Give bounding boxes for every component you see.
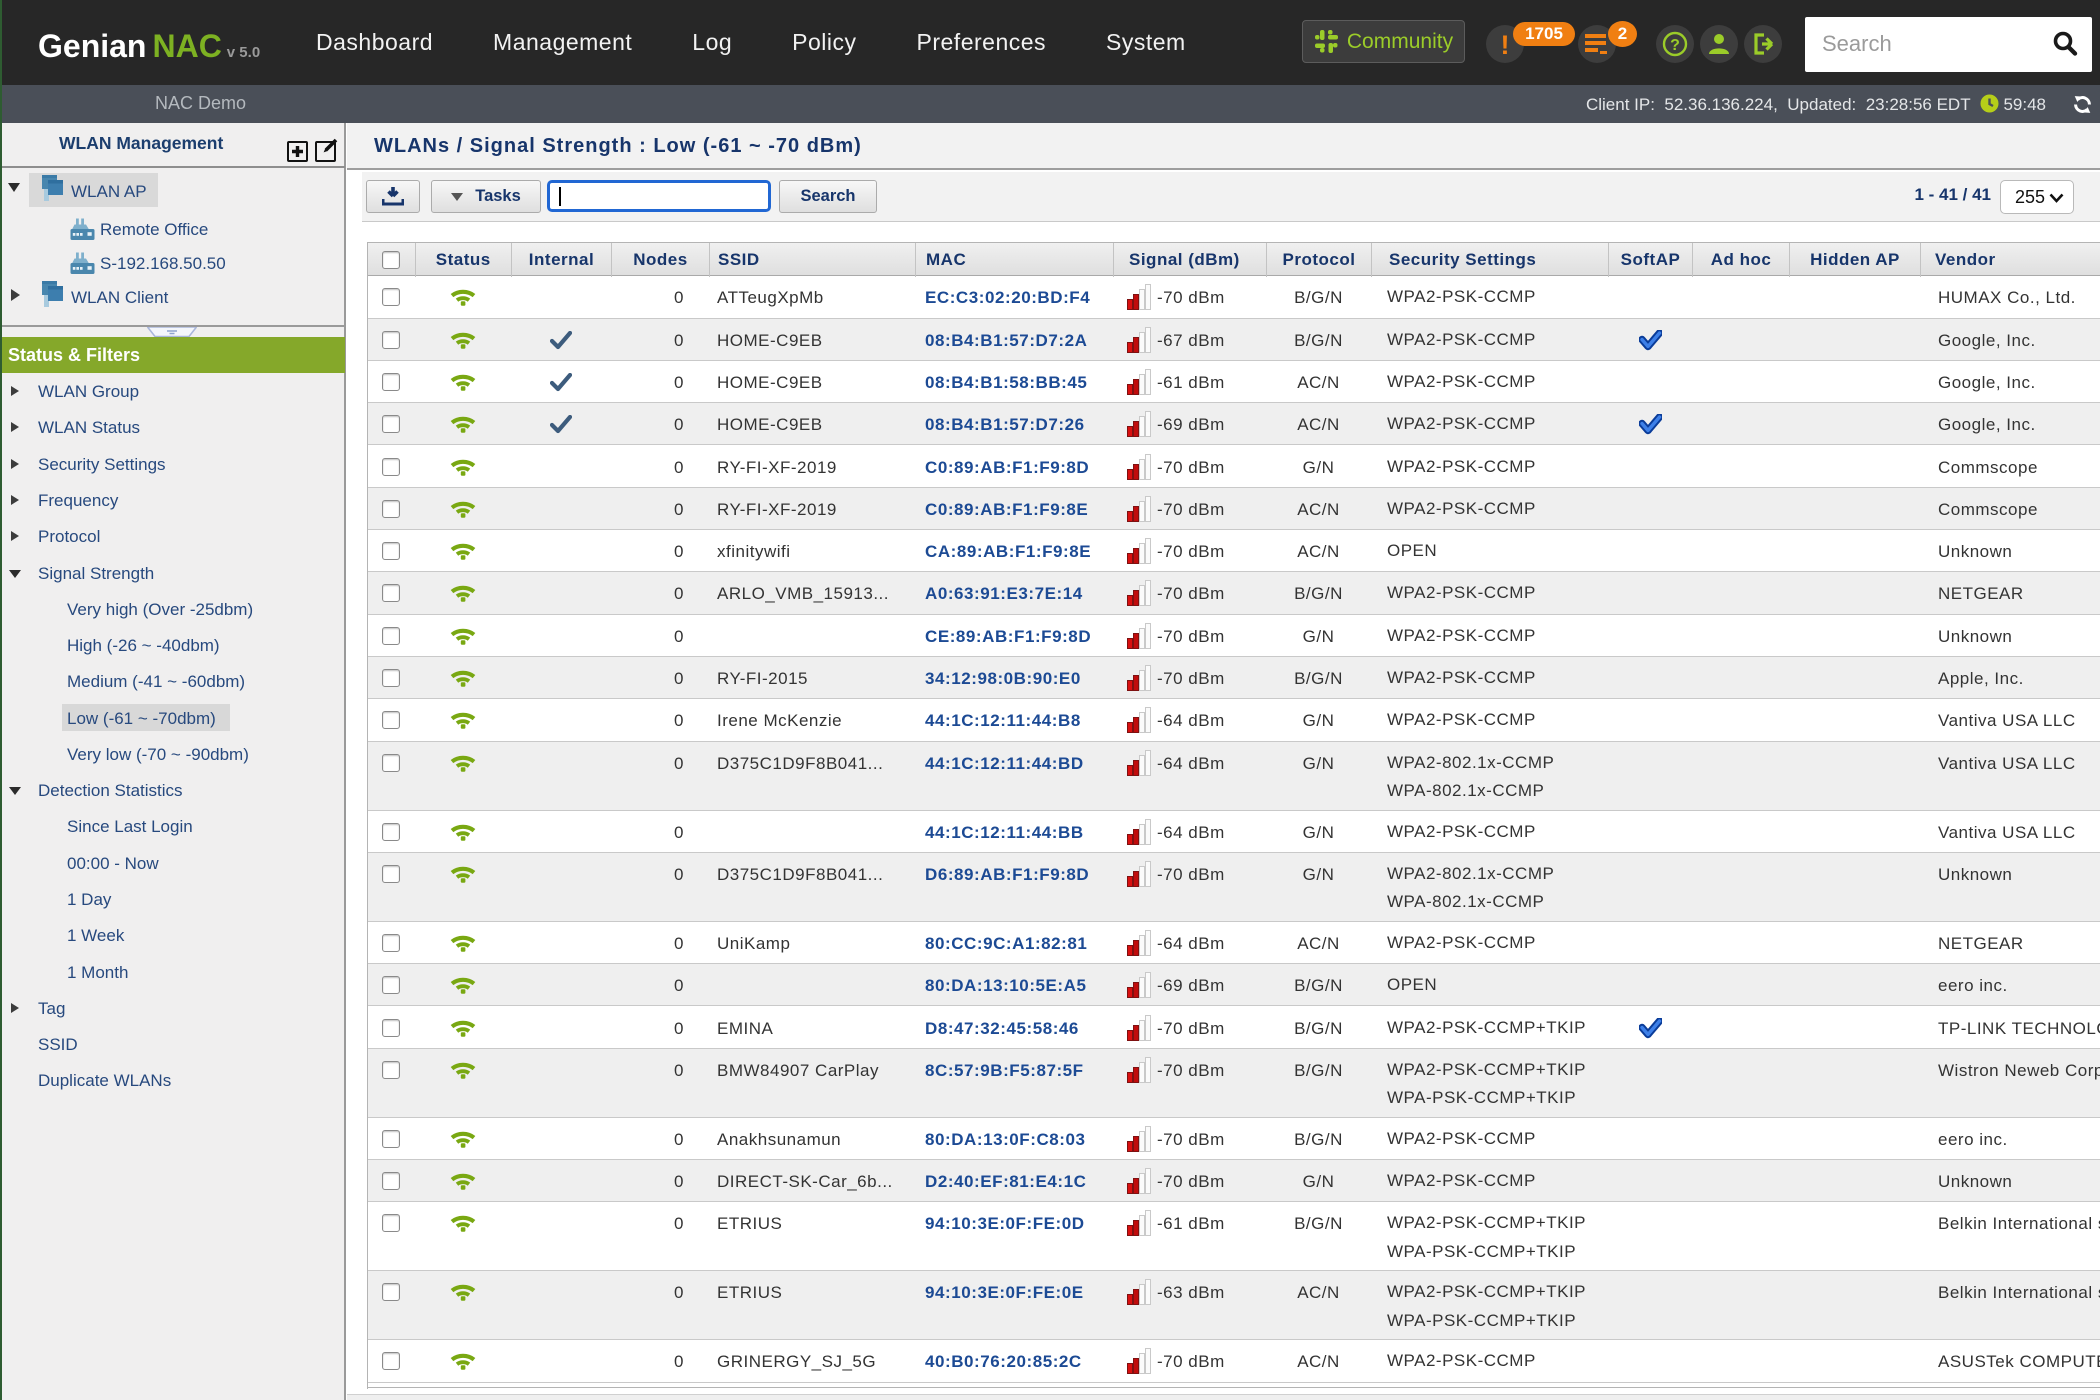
svg-text:?: ?: [1670, 37, 1680, 54]
